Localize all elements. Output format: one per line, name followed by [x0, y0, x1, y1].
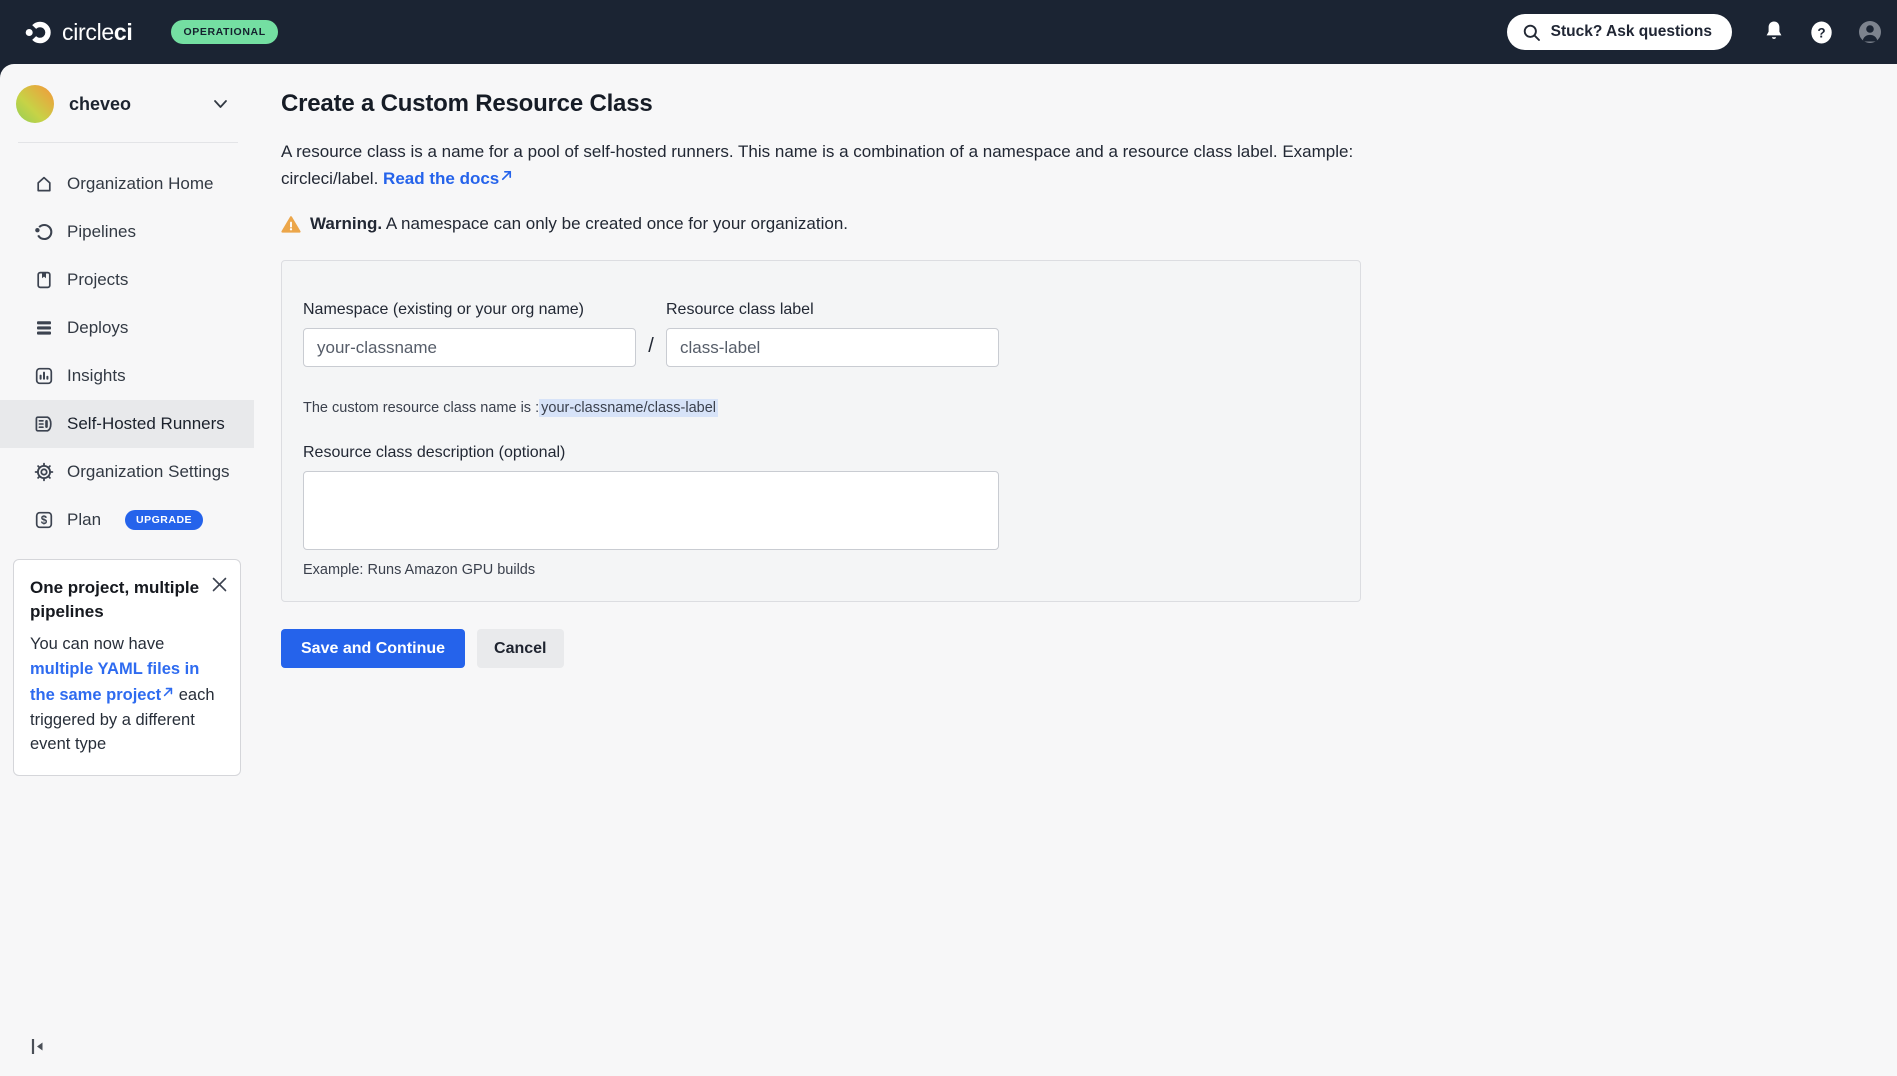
- home-icon: [33, 173, 55, 195]
- sidebar-item-pipelines[interactable]: Pipelines: [0, 208, 254, 256]
- collapse-sidebar-button[interactable]: [30, 1037, 45, 1056]
- page-title: Create a Custom Resource Class: [281, 90, 1897, 118]
- resource-class-label-field-group: Resource class label: [666, 301, 999, 367]
- resource-class-form-card: Namespace (existing or your org name) / …: [281, 260, 1361, 602]
- promo-title: One project, multiple pipelines: [30, 576, 202, 624]
- topbar-actions: Stuck? Ask questions ?: [1507, 14, 1883, 50]
- user-menu-button[interactable]: [1857, 19, 1883, 45]
- intro-paragraph: A resource class is a name for a pool of…: [281, 139, 1366, 191]
- notifications-button[interactable]: [1762, 19, 1786, 45]
- help-icon: ?: [1809, 20, 1834, 45]
- plan-icon: $: [33, 509, 55, 531]
- collapse-sidebar-icon: [30, 1037, 45, 1056]
- main-content: Create a Custom Resource Class A resourc…: [254, 64, 1897, 1076]
- warning-icon: [281, 215, 301, 234]
- sidebar-item-organization-settings[interactable]: Organization Settings: [0, 448, 254, 496]
- page-body: cheveo Organization Home: [0, 64, 1897, 1076]
- org-name: cheveo: [69, 94, 131, 115]
- deploys-icon: [33, 317, 55, 339]
- description-label: Resource class description (optional): [303, 444, 1336, 462]
- close-icon[interactable]: [212, 577, 227, 592]
- sidebar-item-deploys[interactable]: Deploys: [0, 304, 254, 352]
- promo-card: One project, multiple pipelines You can …: [13, 559, 241, 776]
- external-link-icon: [162, 681, 174, 706]
- runners-icon: [33, 413, 55, 435]
- resource-class-name-preview: your-classname/class-label: [539, 399, 718, 417]
- circleci-logo[interactable]: circleci: [24, 18, 132, 47]
- description-example: Example: Runs Amazon GPU builds: [303, 562, 1336, 578]
- external-link-icon: [500, 164, 513, 189]
- sidebar-item-self-hosted-runners[interactable]: Self-Hosted Runners: [0, 400, 254, 448]
- org-switcher[interactable]: cheveo: [16, 82, 240, 126]
- org-avatar: [16, 85, 54, 123]
- topbar: circleci OPERATIONAL Stuck? Ask question…: [0, 0, 1897, 64]
- ask-questions-button[interactable]: Stuck? Ask questions: [1507, 14, 1732, 50]
- upgrade-badge[interactable]: UPGRADE: [125, 510, 203, 530]
- circleci-logo-icon: [24, 18, 53, 47]
- projects-icon: [33, 269, 55, 291]
- search-icon: [1522, 23, 1541, 42]
- insights-icon: [33, 365, 55, 387]
- namespace-field-group: Namespace (existing or your org name): [303, 301, 636, 367]
- sidebar-nav: Organization Home Pipelines: [0, 160, 254, 544]
- svg-text:$: $: [41, 515, 48, 527]
- svg-text:?: ?: [1817, 25, 1825, 40]
- read-the-docs-link[interactable]: Read the docs: [383, 169, 513, 188]
- sidebar-item-projects[interactable]: Projects: [0, 256, 254, 304]
- sidebar: cheveo Organization Home: [0, 64, 254, 1076]
- save-and-continue-button[interactable]: Save and Continue: [281, 629, 465, 668]
- sidebar-item-organization-home[interactable]: Organization Home: [0, 160, 254, 208]
- resource-class-label: Resource class label: [666, 301, 999, 319]
- sidebar-item-plan[interactable]: $ Plan UPGRADE: [0, 496, 254, 544]
- namespace-input[interactable]: [303, 328, 636, 367]
- bell-icon: [1762, 19, 1786, 45]
- namespace-separator: /: [636, 328, 666, 367]
- brand-wordmark: circleci: [62, 19, 132, 46]
- user-avatar-icon: [1857, 19, 1883, 45]
- pipelines-icon: [33, 221, 55, 243]
- help-button[interactable]: ?: [1809, 20, 1834, 45]
- chevron-down-icon: [213, 99, 228, 109]
- cancel-button[interactable]: Cancel: [477, 629, 563, 668]
- gear-icon: [33, 461, 55, 483]
- sidebar-item-insights[interactable]: Insights: [0, 352, 254, 400]
- namespace-label: Namespace (existing or your org name): [303, 301, 636, 319]
- resource-class-label-input[interactable]: [666, 328, 999, 367]
- warning-message: Warning. A namespace can only be created…: [281, 214, 1897, 234]
- status-badge[interactable]: OPERATIONAL: [171, 20, 277, 44]
- promo-body: You can now have multiple YAML files in …: [30, 632, 226, 757]
- description-textarea[interactable]: [303, 471, 999, 550]
- form-actions: Save and Continue Cancel: [281, 629, 1897, 668]
- sidebar-divider: [18, 142, 238, 143]
- resource-class-name-hint: The custom resource class name is :your-…: [303, 400, 1336, 416]
